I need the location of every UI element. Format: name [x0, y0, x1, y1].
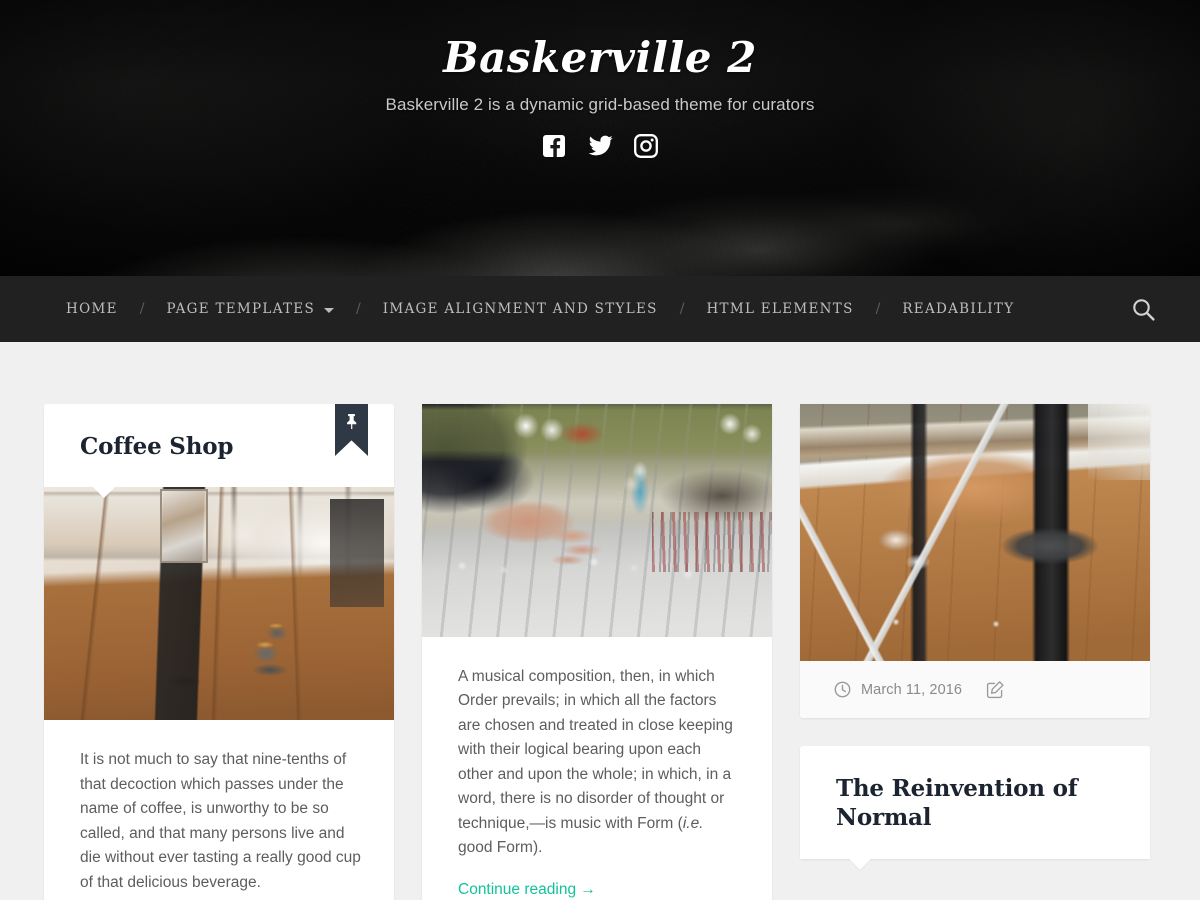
- nav-link-page-templates[interactable]: PAGE TEMPLATES: [166, 301, 335, 317]
- clock-icon: [834, 681, 851, 698]
- pushpin-icon: [347, 414, 357, 429]
- search-icon[interactable]: [1126, 292, 1160, 326]
- post-card-compass: March 11, 2016: [800, 404, 1150, 718]
- header-content: Baskerville 2 Baskerville 2 is a dynamic…: [0, 0, 1200, 159]
- nav-link-page-templates-label: PAGE TEMPLATES: [166, 301, 316, 317]
- nav-separator: /: [356, 301, 361, 317]
- nav-link-readability[interactable]: READABILITY: [902, 301, 1014, 317]
- post-card-reinvention: The Reinvention of Normal: [800, 746, 1150, 859]
- nav-item-image-alignment-and-styles: IMAGE ALIGNMENT AND STYLES: [383, 301, 658, 317]
- post-excerpt-coffee-shop: It is not much to say that nine-tenths o…: [80, 751, 361, 891]
- twitter-icon[interactable]: [587, 133, 613, 159]
- workbench-compass-photo: [800, 404, 1150, 661]
- nav-link-home[interactable]: HOME: [66, 301, 118, 317]
- post-grid: Coffee Shop It is not much to say that n…: [0, 342, 1200, 900]
- facebook-icon[interactable]: [541, 133, 567, 159]
- post-card-musical-composition: A musical composition, then, in which Or…: [422, 404, 772, 900]
- edit-icon[interactable]: [986, 680, 1005, 699]
- grid-column-3: March 11, 2016 The Reinvention of Normal: [800, 404, 1150, 859]
- post-date: March 11, 2016: [861, 681, 963, 698]
- nav-separator: /: [875, 301, 881, 317]
- grid-column-1: Coffee Shop It is not much to say that n…: [44, 404, 394, 900]
- nav-item-home: HOME: [66, 301, 118, 317]
- instagram-icon[interactable]: [633, 133, 659, 159]
- site-description: Baskerville 2 is a dynamic grid-based th…: [385, 95, 815, 115]
- window-curtain: [1088, 404, 1150, 480]
- post-meta: March 11, 2016: [800, 661, 1150, 718]
- grid-column-2: A musical composition, then, in which Or…: [422, 404, 772, 900]
- nav-list: HOME / PAGE TEMPLATES / IMAGE ALIGNMENT …: [66, 301, 1126, 317]
- chevron-down-icon[interactable]: [324, 307, 335, 313]
- nav-link-html-elements[interactable]: HTML ELEMENTS: [706, 301, 853, 317]
- console-channel-strip: [652, 512, 772, 572]
- nav-separator: /: [679, 301, 685, 317]
- site-title[interactable]: Baskerville 2: [0, 33, 1200, 82]
- post-card-coffee-shop: Coffee Shop It is not much to say that n…: [44, 404, 394, 900]
- nav-link-image-alignment-and-styles[interactable]: IMAGE ALIGNMENT AND STYLES: [383, 301, 658, 317]
- social-links: [0, 133, 1200, 159]
- post-excerpt-musical-composition: A musical composition, then, in which Or…: [458, 665, 740, 861]
- nav-item-page-templates: PAGE TEMPLATES: [166, 301, 335, 317]
- card-header: The Reinvention of Normal: [800, 746, 1150, 859]
- masonry-columns: Coffee Shop It is not much to say that n…: [44, 404, 1156, 900]
- card-body: A musical composition, then, in which Or…: [422, 637, 772, 900]
- post-title-coffee-shop[interactable]: Coffee Shop: [80, 432, 362, 461]
- excerpt-italic: i.e.: [682, 814, 704, 832]
- nav-separator: /: [139, 301, 145, 317]
- continue-reading-link[interactable]: Continue reading →: [458, 881, 596, 899]
- doorway: [330, 499, 384, 608]
- post-thumbnail-musical-composition[interactable]: [422, 404, 772, 637]
- card-body: It is not much to say that nine-tenths o…: [44, 720, 394, 900]
- post-thumbnail-coffee-shop[interactable]: [44, 487, 394, 721]
- post-title-reinvention[interactable]: The Reinvention of Normal: [836, 774, 1118, 833]
- excerpt-part-2: good Form).: [458, 839, 543, 857]
- nav-item-html-elements: HTML ELEMENTS: [706, 301, 853, 317]
- coffee-shop-photo: [44, 487, 394, 721]
- site-header: Baskerville 2 Baskerville 2 is a dynamic…: [0, 0, 1200, 276]
- main-navigation: HOME / PAGE TEMPLATES / IMAGE ALIGNMENT …: [0, 276, 1200, 342]
- excerpt-part-1: A musical composition, then, in which Or…: [458, 668, 733, 832]
- framed-art: [160, 489, 208, 564]
- post-thumbnail-compass[interactable]: [800, 404, 1150, 661]
- mixing-console-photo: [422, 404, 772, 637]
- nav-item-readability: READABILITY: [902, 301, 1014, 317]
